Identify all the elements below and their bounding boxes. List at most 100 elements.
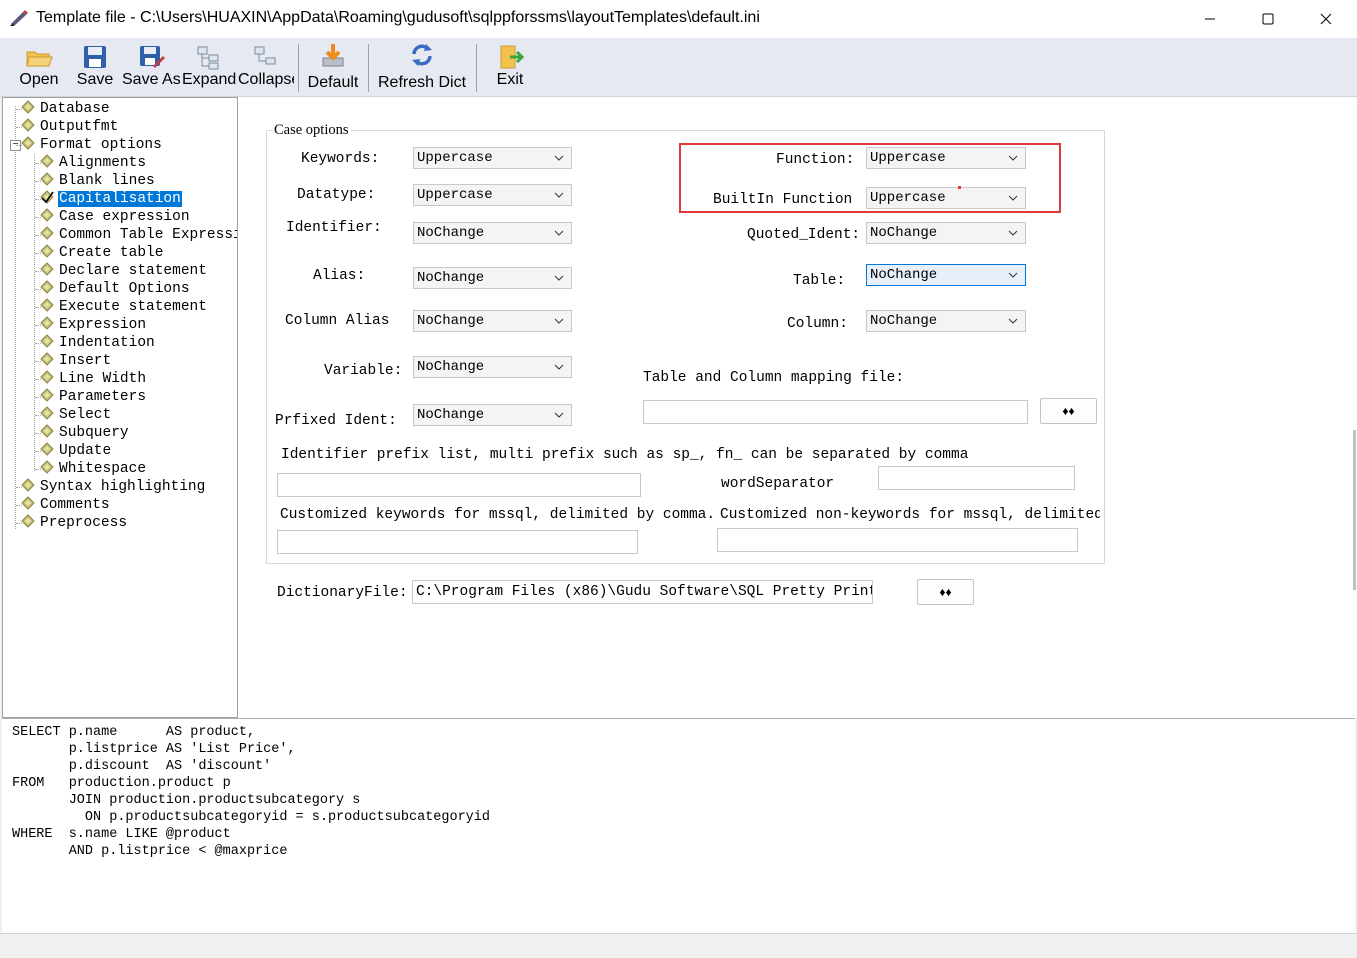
sql-preview[interactable]: SELECT p.name AS product, p.listprice AS… [2, 718, 1355, 933]
save-as-button[interactable]: Save As [122, 38, 180, 96]
custom-nonkeywords-input[interactable] [717, 528, 1078, 552]
tag-icon [40, 370, 54, 384]
tree-item[interactable]: Line Width [40, 370, 147, 388]
column-label: Column: [787, 316, 848, 332]
tag-icon [40, 334, 54, 348]
sql-line: SELECT p.name AS product, [12, 725, 256, 740]
tree-item[interactable]: Declare statement [40, 262, 208, 280]
sql-line: ON p.productsubcategoryid = s.productsub… [12, 810, 490, 825]
identifier-label: Identifier: [286, 220, 382, 236]
table-select[interactable]: NoChange [866, 264, 1026, 286]
mapping-file-input[interactable] [643, 400, 1028, 424]
tree-item[interactable]: Parameters [40, 388, 147, 406]
tree-item[interactable]: Syntax highlighting [21, 478, 206, 496]
dictionary-browse-button[interactable]: ♦♦ [917, 579, 974, 605]
tree-item[interactable]: Insert [40, 352, 112, 370]
tree-item[interactable]: Blank lines [40, 172, 156, 190]
mapping-file-browse-button[interactable]: ♦♦ [1040, 398, 1097, 424]
tree-item-label: Database [40, 101, 110, 117]
tree-connector [15, 106, 16, 529]
default-button[interactable]: Default [302, 38, 364, 96]
tree-item-label: Case expression [59, 209, 190, 225]
minimize-button[interactable] [1181, 0, 1239, 38]
chevron-down-icon [554, 412, 564, 418]
tag-icon [40, 280, 54, 294]
tree-item[interactable]: Alignments [40, 154, 147, 172]
identifier-select[interactable]: NoChange [413, 222, 572, 244]
tree-item[interactable]: Create table [40, 244, 164, 262]
maximize-button[interactable] [1239, 0, 1297, 38]
close-icon [1320, 13, 1332, 25]
tree-item-label: Select [59, 407, 112, 423]
toolbar-separator [368, 44, 369, 92]
toolbar: Open Save Save As Expand Collapse Defaul… [0, 38, 1357, 97]
tree-item[interactable]: Database [21, 100, 111, 118]
tree-item[interactable]: Case expression [40, 208, 191, 226]
refresh-dict-button[interactable]: Refresh Dict [372, 38, 472, 96]
app-icon [9, 9, 29, 32]
collapse-button[interactable]: Collapse [238, 38, 294, 96]
expand-button[interactable]: Expand [182, 38, 236, 96]
datatype-select[interactable]: Uppercase [413, 184, 572, 206]
exit-button[interactable]: Exit [484, 38, 536, 96]
dictionary-file-input[interactable]: C:\Program Files (x86)\Gudu Software\SQL… [412, 580, 873, 604]
tag-icon [40, 442, 54, 456]
tag-icon [40, 154, 54, 168]
tree-item[interactable]: Execute statement [40, 298, 208, 316]
save-as-label: Save As [122, 71, 180, 88]
refresh-icon [412, 44, 432, 66]
tree-item-label: Create table [59, 245, 164, 261]
quoted-ident-label: Quoted_Ident: [747, 227, 861, 243]
tree-item[interactable]: Whitespace [40, 460, 147, 478]
tree-item[interactable]: Capitalisation [40, 190, 183, 208]
keywords-select[interactable]: Uppercase [413, 147, 572, 169]
window-title: Template file - C:\Users\HUAXIN\AppData\… [36, 9, 760, 26]
tree-item-label: Whitespace [59, 461, 147, 477]
identifier-prefix-input[interactable] [277, 473, 641, 497]
prefixed-ident-select[interactable]: NoChange [413, 404, 572, 426]
tag-icon [40, 406, 54, 420]
chevron-down-icon [554, 318, 564, 324]
open-button[interactable]: Open [10, 38, 68, 96]
prefixed-ident-label: Prfixed Ident: [275, 413, 397, 429]
tag-icon [21, 118, 35, 132]
identifier-prefix-label: Identifier prefix list, multi prefix suc… [281, 447, 969, 463]
tree-item-label: Line Width [59, 371, 147, 387]
collapse-label: Collapse [238, 71, 294, 88]
tag-icon [21, 136, 35, 150]
sql-line: p.listprice AS 'List Price', [12, 742, 296, 757]
quoted-ident-select[interactable]: NoChange [866, 222, 1026, 244]
table-label: Table: [793, 273, 846, 289]
variable-select[interactable]: NoChange [413, 356, 572, 378]
toolbar-separator [298, 44, 299, 92]
vertical-scrollbar[interactable] [1353, 430, 1356, 590]
tree-item[interactable]: Expression [40, 316, 147, 334]
tree-item-label: Outputfmt [40, 119, 119, 135]
tag-icon [40, 226, 54, 240]
tree-item-label: Alignments [59, 155, 147, 171]
tree-item[interactable]: Preprocess [21, 514, 128, 532]
alias-select[interactable]: NoChange [413, 267, 572, 289]
sql-preview-code: SELECT p.name AS product, p.listprice AS… [12, 724, 490, 860]
tree-item-label: Syntax highlighting [40, 479, 206, 495]
tree-item[interactable]: Select [40, 406, 112, 424]
tree-item[interactable]: Update [40, 442, 112, 460]
custom-keywords-input[interactable] [277, 530, 638, 554]
close-button[interactable] [1297, 0, 1355, 38]
tag-icon [21, 496, 35, 510]
tree-item[interactable]: Indentation [40, 334, 156, 352]
minimize-icon [1205, 18, 1215, 20]
column-alias-select[interactable]: NoChange [413, 310, 572, 332]
column-select[interactable]: NoChange [866, 310, 1026, 332]
collapse-tree-icon [254, 46, 276, 65]
tree-item[interactable]: Outputfmt [21, 118, 119, 136]
tree-item[interactable]: Comments [21, 496, 111, 514]
word-separator-input[interactable] [878, 466, 1075, 490]
sql-line: AND p.listprice < @maxprice [12, 844, 288, 859]
options-tree[interactable]: − Database Outputfmt Format options Alignme… [2, 97, 238, 718]
tree-item[interactable]: Default Options [40, 280, 191, 298]
save-button[interactable]: Save [70, 38, 120, 96]
tree-item[interactable]: Common Table Expressio [40, 226, 237, 244]
tree-item[interactable]: Subquery [40, 424, 130, 442]
tree-item[interactable]: Format options [21, 136, 163, 154]
